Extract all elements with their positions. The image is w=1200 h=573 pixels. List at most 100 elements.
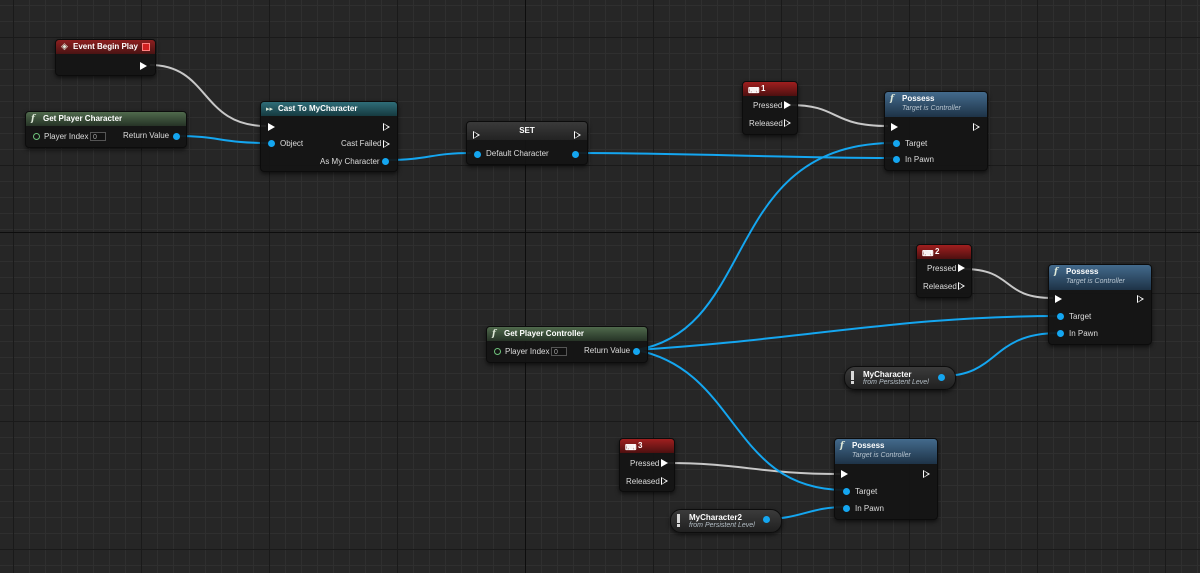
possess-2-exec-out-pin[interactable] — [1137, 295, 1144, 303]
key-3-header: ⌨ 3 — [620, 439, 674, 453]
key-1-pressed-pin[interactable] — [784, 101, 791, 109]
possess-1-subtitle: Target is Controller — [902, 105, 961, 112]
possess-3-pawn-pin[interactable] — [843, 505, 850, 512]
possess-2-exec-in-pin[interactable] — [1055, 295, 1062, 303]
event-begin-play-title: Event Begin Play — [73, 42, 138, 51]
key-1-label: 1 — [761, 84, 766, 93]
key-2-event-node[interactable]: ⌨ 2 Pressed Released — [916, 244, 972, 298]
key-1-released-label: Released — [749, 119, 783, 128]
possess-2-target-pin[interactable] — [1057, 313, 1064, 320]
get-player-character-node[interactable]: f Get Player Character Player Index 0 Re… — [25, 111, 187, 148]
possess-2-header: f Possess Target is Controller — [1049, 265, 1151, 290]
cast-failed-pin[interactable] — [383, 140, 390, 148]
exec-out-pin[interactable] — [140, 62, 147, 70]
mycharacter2-output-pin[interactable] — [763, 516, 770, 523]
event-begin-play-header: ◈ Event Begin Play — [56, 40, 155, 54]
keyboard-icon: ⌨ — [748, 86, 760, 95]
set-variable-label: Default Character — [486, 149, 549, 158]
possess-1-exec-in-pin[interactable] — [891, 123, 898, 131]
controller-player-index-pin[interactable] — [494, 348, 501, 355]
mycharacter2-reference-node[interactable]: MyCharacter2 from Persistent Level — [670, 509, 782, 533]
possess-3-node[interactable]: f Possess Target is Controller Target In… — [834, 438, 938, 520]
key-2-released-pin[interactable] — [958, 282, 965, 290]
possess-3-title: Possess — [852, 441, 885, 450]
key-1-released-pin[interactable] — [784, 119, 791, 127]
possess-1-node[interactable]: f Possess Target is Controller Target In… — [884, 91, 988, 171]
possess-1-header: f Possess Target is Controller — [885, 92, 987, 117]
mycharacter-output-pin[interactable] — [938, 374, 945, 381]
possess-3-header: f Possess Target is Controller — [835, 439, 937, 464]
get-player-controller-node[interactable]: f Get Player Controller Player Index 0 R… — [486, 326, 648, 363]
key-3-released-label: Released — [626, 477, 660, 486]
object-wire-cast-to-set — [385, 152, 472, 161]
possess-3-exec-out-pin[interactable] — [923, 470, 930, 478]
exec-wire-key2-to-possess2 — [962, 268, 1054, 299]
player-index-pin[interactable] — [33, 133, 40, 140]
wires-layer — [149, 64, 1060, 520]
object-wire-controller-to-possess2-target — [635, 315, 1060, 351]
get-player-character-header: f Get Player Character — [26, 112, 186, 126]
level-actor-icon — [677, 514, 680, 527]
controller-player-index-input[interactable]: 0 — [551, 347, 567, 356]
mycharacter2-subtitle: from Persistent Level — [689, 522, 755, 529]
possess-3-subtitle: Target is Controller — [852, 452, 911, 459]
keyboard-icon: ⌨ — [625, 443, 637, 452]
level-actor-icon — [851, 371, 854, 384]
object-wire-character-to-cast — [176, 135, 270, 144]
key-2-header: ⌨ 2 — [917, 245, 971, 259]
key-2-pressed-pin[interactable] — [958, 264, 965, 272]
cast-failed-label: Cast Failed — [341, 139, 382, 148]
set-title: SET — [519, 126, 535, 135]
get-player-controller-title: Get Player Controller — [504, 329, 585, 338]
key-1-event-node[interactable]: ⌨ 1 Pressed Released — [742, 81, 798, 135]
cast-object-pin[interactable] — [268, 140, 275, 147]
set-value-out-pin[interactable] — [572, 151, 579, 158]
key-3-pressed-pin[interactable] — [661, 459, 668, 467]
return-value-label: Return Value — [123, 131, 170, 140]
cast-icon: ▸▸ — [266, 105, 274, 113]
event-begin-play-node[interactable]: ◈ Event Begin Play — [55, 39, 156, 76]
mycharacter-reference-node[interactable]: MyCharacter from Persistent Level — [844, 366, 956, 390]
cast-exec-in-pin[interactable] — [268, 123, 275, 131]
possess-1-title: Possess — [902, 94, 935, 103]
possess-1-target-pin[interactable] — [893, 140, 900, 147]
key-3-event-node[interactable]: ⌨ 3 Pressed Released — [619, 438, 675, 492]
exec-wire-key3-to-possess3 — [666, 462, 841, 475]
set-header: SET — [467, 122, 587, 140]
controller-return-value-pin[interactable] — [633, 348, 640, 355]
possess-2-node[interactable]: f Possess Target is Controller Target In… — [1048, 264, 1152, 345]
possess-2-target-label: Target — [1069, 312, 1092, 321]
as-my-character-pin[interactable] — [382, 158, 389, 165]
keyboard-icon: ⌨ — [922, 249, 934, 258]
possess-2-pawn-label: In Pawn — [1069, 329, 1098, 338]
player-index-label: Player Index — [44, 132, 89, 141]
possess-2-title: Possess — [1066, 267, 1099, 276]
possess-2-pawn-pin[interactable] — [1057, 330, 1064, 337]
key-2-released-label: Released — [923, 282, 957, 291]
set-value-in-pin[interactable] — [474, 151, 481, 158]
delegate-pin-icon[interactable] — [142, 43, 150, 51]
possess-1-pawn-pin[interactable] — [893, 156, 900, 163]
mycharacter-name: MyCharacter — [863, 370, 912, 379]
exec-wire-key1-to-possess1 — [789, 104, 889, 127]
key-3-released-pin[interactable] — [661, 477, 668, 485]
object-wire-mychar-to-possess2-pawn — [941, 332, 1060, 377]
cast-header: ▸▸ Cast To MyCharacter — [261, 102, 397, 116]
set-exec-out-pin[interactable] — [574, 131, 581, 139]
get-player-character-title: Get Player Character — [43, 114, 123, 123]
player-index-input[interactable]: 0 — [90, 132, 106, 141]
object-wire-set-to-possess1-pawn — [575, 152, 896, 159]
blueprint-graph-canvas[interactable]: ◈ Event Begin Play f Get Player Characte… — [0, 0, 1200, 573]
cast-to-mycharacter-node[interactable]: ▸▸ Cast To MyCharacter Object Cast Faile… — [260, 101, 398, 172]
set-default-character-node[interactable]: SET Default Character — [466, 121, 588, 165]
possess-1-exec-out-pin[interactable] — [973, 123, 980, 131]
cast-exec-out-pin[interactable] — [383, 123, 390, 131]
set-exec-in-pin[interactable] — [473, 131, 480, 139]
get-player-controller-header: f Get Player Controller — [487, 327, 647, 341]
event-diamond-icon: ◈ — [61, 42, 68, 52]
possess-3-target-pin[interactable] — [843, 488, 850, 495]
function-icon: f — [492, 329, 496, 339]
possess-3-exec-in-pin[interactable] — [841, 470, 848, 478]
possess-3-target-label: Target — [855, 487, 878, 496]
return-value-pin[interactable] — [173, 133, 180, 140]
